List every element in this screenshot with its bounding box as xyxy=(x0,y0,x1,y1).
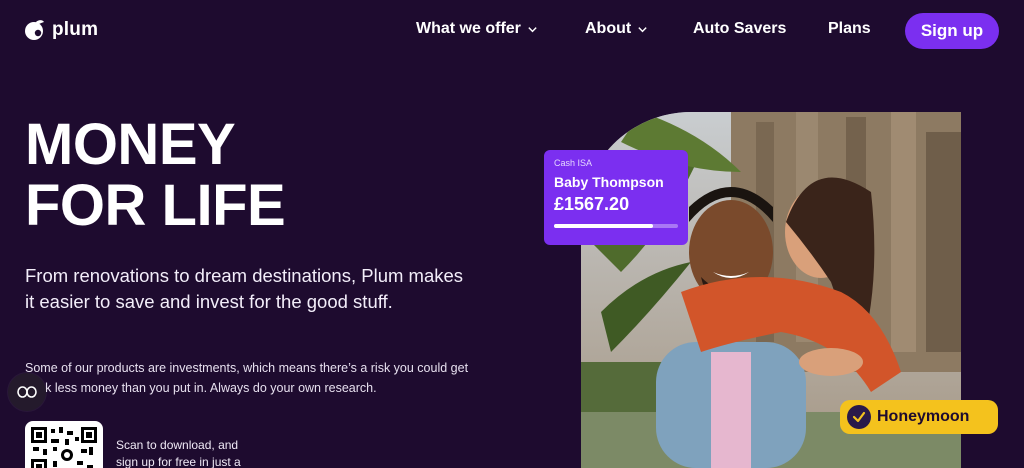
isa-progress-fill xyxy=(554,224,654,228)
goal-badge: Honeymoon xyxy=(840,400,998,434)
hero-title: MONEY FOR LIFE xyxy=(25,112,286,238)
qr-instructions: Scan to download, and sign up for free i… xyxy=(116,438,241,468)
risk-warning: Some of our products are investments, wh… xyxy=(25,361,469,395)
isa-account-name: Baby Thompson xyxy=(554,174,664,190)
nav-label: What we offer xyxy=(416,20,521,37)
cookie-settings-button[interactable] xyxy=(8,373,46,411)
isa-amount: £1567.20 xyxy=(554,194,630,214)
sign-up-button[interactable]: Sign up xyxy=(905,13,999,49)
qr-code xyxy=(25,421,103,468)
plum-logo-icon xyxy=(25,20,44,40)
cash-isa-card: Cash ISA Baby Thompson £1567.20 xyxy=(544,150,688,245)
nav-label: Auto Savers xyxy=(693,20,787,37)
nav-what-we-offer[interactable]: What we offer xyxy=(416,20,538,38)
plum-logo[interactable]: plum xyxy=(24,19,98,41)
nav-auto-savers[interactable]: Auto Savers xyxy=(693,20,786,38)
isa-progress-bar xyxy=(554,224,678,228)
nav-label: About xyxy=(585,20,632,37)
check-icon xyxy=(847,405,871,429)
chevron-down-icon xyxy=(528,26,537,32)
nav-plans[interactable]: Plans xyxy=(828,20,871,38)
logo-text: plum xyxy=(52,19,99,40)
nav-label: Plans xyxy=(828,20,871,37)
qr-code-pattern xyxy=(31,427,97,468)
isa-label: Cash ISA xyxy=(554,158,593,168)
cookie-settings-icon xyxy=(17,386,37,398)
nav-about[interactable]: About xyxy=(585,20,648,38)
chevron-down-icon xyxy=(638,26,647,32)
goal-label: Honeymoon xyxy=(877,408,970,425)
hero-subtitle: From renovations to dream destinations, … xyxy=(25,265,464,312)
site-header: plum What we offer About Auto Savers Pla… xyxy=(0,0,1024,62)
